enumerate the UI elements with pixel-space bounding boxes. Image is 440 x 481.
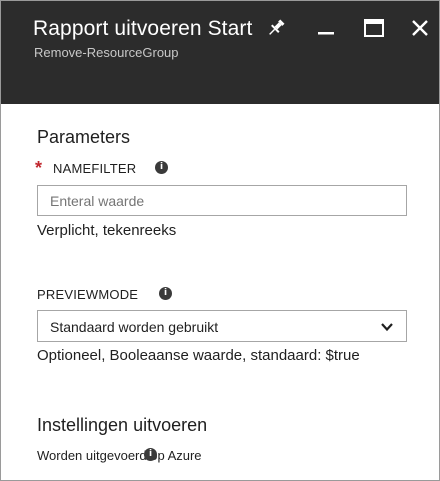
- blade-subtitle: Remove-ResourceGroup: [34, 45, 179, 60]
- close-icon[interactable]: [407, 15, 433, 41]
- namefilter-label: NAMEFILTER: [53, 161, 137, 176]
- previewmode-selected-value: Standaard worden gebruikt: [50, 319, 219, 335]
- namefilter-input[interactable]: [37, 185, 407, 216]
- info-icon[interactable]: i: [144, 448, 157, 461]
- previewmode-hint: Optioneel, Booleaanse waarde, standaard:…: [37, 347, 360, 364]
- maximize-icon[interactable]: [361, 15, 387, 41]
- run-on-value: Worden uitgevoerd op Azure: [37, 448, 202, 463]
- previewmode-label: PREVIEWMODE: [37, 287, 139, 302]
- required-marker: *: [35, 158, 43, 178]
- previewmode-select[interactable]: Standaard worden gebruikt: [37, 310, 407, 342]
- blade-header: Rapport uitvoeren Start Remove-ResourceG…: [1, 1, 439, 104]
- run-settings-heading: Instellingen uitvoeren: [37, 415, 208, 435]
- chevron-down-icon: [381, 323, 393, 332]
- namefilter-hint: Verplicht, tekenreeks: [37, 222, 177, 239]
- parameters-heading: Parameters: [37, 127, 131, 147]
- blade-title: Rapport uitvoeren Start: [33, 17, 253, 40]
- info-icon[interactable]: i: [155, 161, 168, 174]
- info-icon[interactable]: i: [159, 287, 172, 300]
- pin-icon[interactable]: [265, 17, 287, 39]
- run-runbook-blade: Rapport uitvoeren Start Remove-ResourceG…: [0, 0, 440, 481]
- minimize-icon[interactable]: [313, 15, 339, 41]
